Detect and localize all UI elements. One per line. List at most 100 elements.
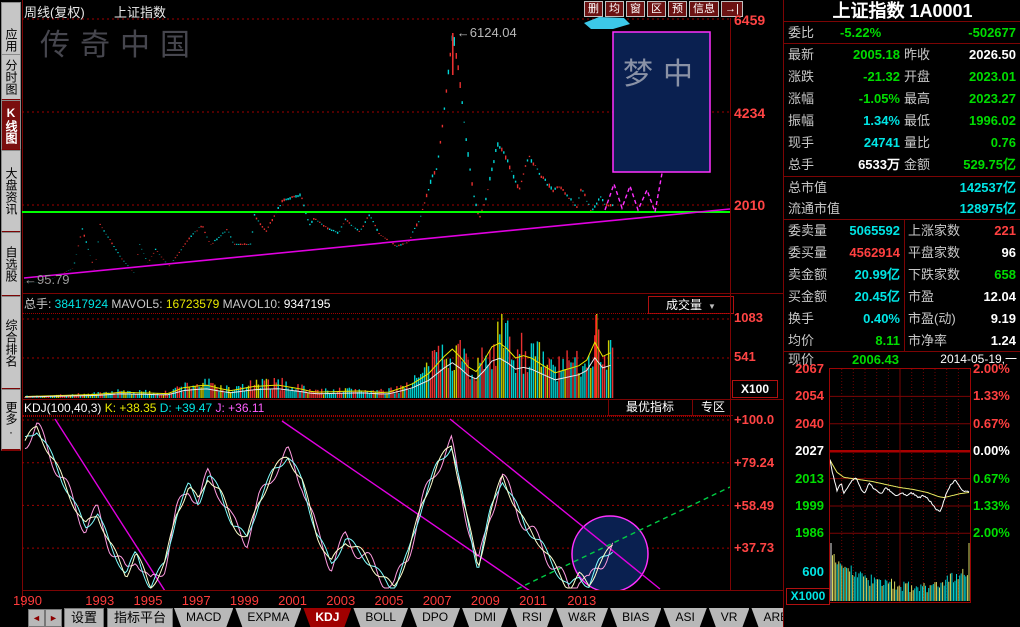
sidebar-item-6[interactable]: 综合排名 [1,296,21,390]
svg-text:梦中: 梦中 [623,58,703,91]
chart-tool-button-均[interactable]: 均 [605,1,624,17]
indicator-tab-BOLL[interactable]: BOLL [353,608,408,627]
intraday-pct-tick: 2.00% [973,361,1010,376]
pair-label: 上涨家数 [908,220,960,242]
indicator-tab-DMI[interactable]: DMI [462,608,508,627]
sidebar-item-4[interactable]: 大盘资讯 [1,150,21,233]
quote-value: 2023.27 [934,88,1016,110]
year-label: 1999 [230,593,259,608]
settings-button[interactable]: 设置 [64,608,104,627]
kdj-axis-label: +100.0 [734,412,774,427]
year-label: 1995 [134,593,163,608]
intraday-pct-tick: 1.33% [973,498,1010,513]
year-label: 1990 [13,593,42,608]
quote-value: 529.75亿 [934,154,1016,176]
pair-label: 平盘家数 [908,242,960,264]
divider [730,18,731,590]
divider [22,399,783,400]
quote-label: 涨跌 [788,66,814,88]
sidebar-item-3[interactable]: K线图 [1,100,21,151]
divider [904,220,905,352]
price-axis-label: 2010 [734,197,765,213]
volume-stat-value: 9347195 [284,297,331,311]
pair-value: 20.99亿 [820,264,900,286]
quote-value: -1.05% [820,88,900,110]
indicator-tab-W&R[interactable]: W&R [556,608,608,627]
quote-value: 0.76 [934,132,1016,154]
scroll-right-button[interactable]: ► [45,609,62,627]
quote-value: 1.34% [820,110,900,132]
pair-label: 均价 [788,330,814,352]
left-sidebar: ▶▏ 应用分时图K线图大盘资讯自选股综合排名更多· [0,0,23,627]
chart-tool-button-预[interactable]: 预 [668,1,687,17]
year-label: 2007 [423,593,452,608]
pair-value: 658 [994,264,1016,286]
kdj-param-0: K: +38.35 [105,401,160,415]
intraday-pct-tick: 1.33% [973,388,1010,403]
intraday-scale-box: X1000 [786,588,830,605]
indicator-tab-EXPMA[interactable]: EXPMA [235,608,301,627]
main-candlestick-chart[interactable]: 梦中←6124.04←95.79 [22,18,730,293]
year-label: 1993 [85,593,114,608]
sidebar-item-7[interactable]: 更多· [1,389,21,451]
pair-value: 20.45亿 [820,286,900,308]
pair-row-委买量: 委买量4562914平盘家数96 [784,242,1020,264]
volume-axis-label: 541 [734,349,756,364]
intraday-pct-tick: 2.00% [973,525,1010,540]
pair-row-卖金额: 卖金额20.99亿下跌家数658 [784,264,1020,286]
weibi-amount: -502677 [968,22,1016,44]
quote-label: 昨收 [904,44,930,66]
pair-label: 下跌家数 [908,264,960,286]
quote-row-最新: 最新2005.18昨收2026.50 [784,44,1020,66]
pair-value: 1.24 [991,330,1016,352]
intraday-price-tick: 1999 [786,498,824,513]
indicator-tab-MACD[interactable]: MACD [174,608,233,627]
quote-row-总手: 总手6533万金额529.75亿 [784,154,1020,176]
quote-value: 1996.02 [934,110,1016,132]
quote-label: 涨幅 [788,88,814,110]
volume-stat-value: 16723579 [166,297,223,311]
price-axis-label: 6459 [734,12,765,28]
indicator-tab-RSI[interactable]: RSI [510,608,554,627]
quote-panel: 上证指数 1A0001 委比-5.22%-502677最新2005.18昨收20… [783,0,1020,627]
indicator-dropdown[interactable]: 成交量▼ [648,296,734,314]
main-chart-area: 周线(复权) 上证指数 删均窗区预信息→| 传奇中国 梦中←6124.04←95… [22,0,783,607]
cap-value: 142537亿 [960,177,1016,198]
indicator-tab-KDJ[interactable]: KDJ [303,608,351,627]
intraday-mini-chart[interactable] [829,368,971,603]
intraday-price-tick: 2027 [786,443,824,458]
chart-tool-button-区[interactable]: 区 [647,1,666,17]
pair-label: 市净率 [908,330,947,352]
kdj-indicator-chart[interactable] [22,416,730,591]
quote-label: 现手 [788,132,814,154]
quote-label: 量比 [904,132,930,154]
kdj-button-2[interactable]: 专区 [692,400,733,416]
chart-tool-button-信息[interactable]: 信息 [689,1,719,17]
weibi-value: -5.22% [840,22,881,44]
pair-value: 8.11 [820,330,900,352]
indicator-tab-BIAS[interactable]: BIAS [610,608,661,627]
sidebar-item-5[interactable]: 自选股 [1,232,21,297]
indicator-tab-VR[interactable]: VR [709,608,750,627]
divider [784,351,1020,352]
pair-value: 4562914 [820,242,900,264]
indicator-platform-button[interactable]: 指标平台 [107,608,173,627]
pair-row-买金额: 买金额20.45亿市盈12.04 [784,286,1020,308]
chart-tool-button-删[interactable]: 删 [584,1,603,17]
sidebar-item-2[interactable]: 分时图 [1,54,21,101]
volume-bar-chart[interactable] [22,313,730,400]
volume-stat: 总手: 38417924 [24,297,111,311]
volume-stat: MAVOL10: 9347195 [223,297,331,311]
cap-label: 总市值 [788,177,827,198]
scroll-left-button[interactable]: ◄ [28,609,45,627]
pair-row-委卖量: 委卖量5065592上涨家数221 [784,220,1020,242]
quote-value: 6533万 [820,154,900,176]
indicator-dropdown-label: 成交量 [666,298,702,312]
chart-tool-button-窗[interactable]: 窗 [626,1,645,17]
quote-value: 2023.01 [934,66,1016,88]
kdj-button-1[interactable]: 最优指标 [608,400,691,416]
quote-label: 金额 [904,154,930,176]
indicator-tab-ASI[interactable]: ASI [663,608,706,627]
indicator-tab-DPO[interactable]: DPO [410,608,460,627]
quote-row-涨跌: 涨跌-21.32开盘2023.01 [784,66,1020,88]
